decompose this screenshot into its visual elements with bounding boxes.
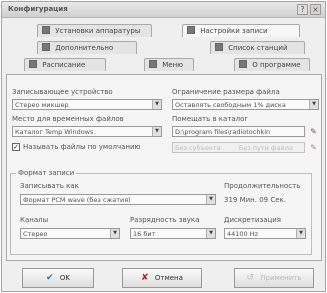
tab-advanced[interactable]: Дополнительно [37, 41, 137, 54]
apply-label: Применить [260, 274, 302, 282]
sample-rate-select[interactable]: 44100 Hz ▼ [224, 228, 306, 239]
format-group-label: Формат записи [16, 169, 77, 177]
advanced-icon [42, 43, 50, 51]
cancel-label: Отмена [154, 274, 183, 282]
tab-recording-settings[interactable]: Настройки записи [182, 24, 300, 37]
tab-hardware-settings[interactable]: Установки аппаратуры [37, 24, 152, 37]
temp-location-value: Каталог Temp Windows [15, 128, 94, 136]
station-list-icon [215, 43, 223, 51]
recording-icon [187, 26, 195, 34]
recording-device-label: Записывающее устройство [12, 88, 113, 96]
temp-location-select[interactable]: Каталог Temp Windows ▼ [12, 126, 162, 137]
recording-device-select[interactable]: Стерео микшер ▼ [12, 99, 162, 110]
recording-device-value: Стерео микшер [15, 101, 69, 109]
title-bar: Конфигурация ? × [2, 2, 325, 18]
codec-select[interactable]: Формат PCM wave (без сжатия) ▼ [20, 194, 216, 205]
auto-name-value-1: Без субъекта [175, 144, 221, 152]
file-size-limit-label: Ограничение размера файла [172, 88, 280, 96]
bit-depth-value: 16 бит [133, 230, 156, 238]
close-button[interactable]: × [310, 4, 321, 15]
channels-select[interactable]: Стерео ▼ [20, 228, 120, 239]
cross-icon: ✘ [141, 273, 149, 283]
auto-name-checkbox[interactable]: ✓ [12, 143, 20, 151]
schedule-icon [29, 60, 37, 68]
tab-menu[interactable]: Меню [144, 58, 194, 71]
chevron-down-icon: ▼ [206, 229, 215, 238]
bit-depth-label: Разрядность звука [130, 216, 200, 224]
tab-label: Расписание [42, 61, 86, 69]
save-directory-label: Помещать в каталог [172, 115, 249, 123]
tab-about[interactable]: О программе [234, 58, 310, 71]
about-icon [239, 60, 247, 68]
folder-icon[interactable]: ✎ [308, 126, 319, 137]
tab-label: Меню [162, 61, 184, 69]
tab-label: Дополнительно [55, 44, 114, 52]
chevron-down-icon: ▼ [309, 100, 318, 109]
channels-label: Каналы [20, 216, 49, 224]
file-size-limit-value: Оставлять свободным 1% диска [175, 101, 286, 109]
hardware-icon [42, 26, 50, 34]
tab-schedule[interactable]: Расписание [24, 58, 106, 71]
checkmark-icon: ✔ [46, 273, 54, 283]
file-size-limit-select[interactable]: Оставлять свободным 1% диска ▼ [172, 99, 319, 110]
chevron-down-icon: ▼ [296, 229, 305, 238]
tab-label: Установки аппаратуры [55, 27, 141, 35]
apply-icon: ↺ [246, 273, 255, 283]
apply-button[interactable]: ↺ Применить [234, 268, 314, 288]
chevron-down-icon: ▼ [206, 195, 215, 204]
tab-label: Настройки записи [200, 27, 268, 35]
cancel-button[interactable]: ✘ Отмена [122, 268, 202, 288]
auto-name-value-2: Без пути файла [238, 144, 293, 152]
tab-label: Список станций [228, 44, 288, 52]
codec-value: Формат PCM wave (без сжатия) [23, 196, 131, 204]
ok-label: OK [59, 274, 70, 282]
codec-label: Записывать как [20, 182, 79, 190]
tab-label: О программе [252, 61, 301, 69]
chevron-down-icon: ▼ [110, 229, 119, 238]
auto-name-label: Называть файлы по умолчанию [23, 143, 141, 151]
help-button[interactable]: ? [297, 4, 308, 15]
auto-name-input: Без субъекта Без пути файла [172, 142, 305, 153]
sample-rate-label: Дискретизация [224, 216, 282, 224]
temp-location-label: Место для временных файлов [12, 115, 124, 123]
bit-depth-select[interactable]: 16 бит ▼ [130, 228, 216, 239]
duration-value: 319 Мин. 09 Сек. [224, 196, 286, 204]
tab-station-list[interactable]: Список станций [210, 41, 305, 54]
duration-label: Продолжительность [224, 182, 301, 190]
save-directory-value: D:\program files\radiotochkin [175, 128, 271, 136]
sample-rate-value: 44100 Hz [227, 230, 259, 238]
chevron-down-icon: ▼ [152, 100, 161, 109]
menu-icon [149, 60, 157, 68]
save-directory-input[interactable]: D:\program files\radiotochkin [172, 126, 305, 137]
folder-icon: ✎ [310, 143, 317, 152]
ok-button[interactable]: ✔ OK [22, 268, 94, 288]
configuration-dialog: Конфигурация ? × Установки аппаратуры На… [1, 1, 326, 292]
chevron-down-icon: ▼ [152, 127, 161, 136]
channels-value: Стерео [23, 230, 48, 238]
window-title: Конфигурация [8, 5, 68, 13]
